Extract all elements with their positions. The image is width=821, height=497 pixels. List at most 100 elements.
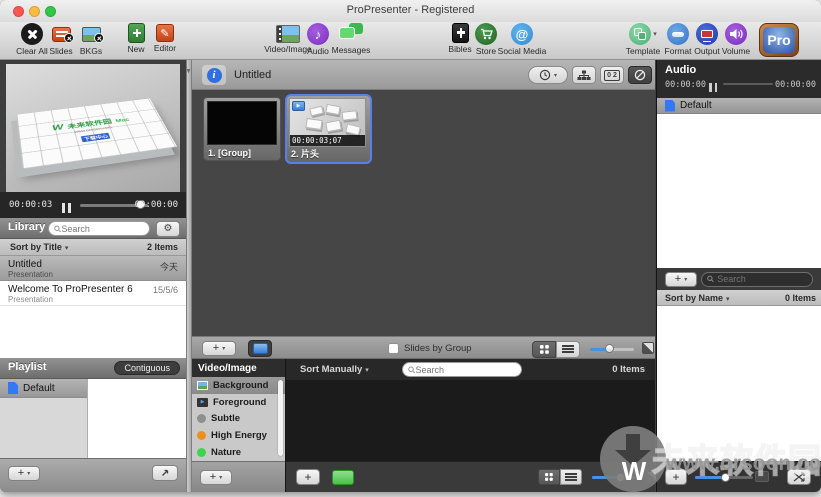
library-list-empty [0,306,186,358]
media-group-nature[interactable]: Nature [192,444,285,461]
list-icon [565,471,577,482]
volume-button[interactable]: Volume [719,23,753,59]
clear-slide-button[interactable] [628,66,652,84]
media-search-input[interactable] [415,365,516,375]
media-group-add-button[interactable]: + ▾ [200,470,232,485]
app-window: ProPresenter - Registered Clear All Slid… [0,0,821,492]
audio-title: Audio [665,64,696,76]
slide-cell-group[interactable]: 1. [Group] [203,97,281,161]
library-item-untitled[interactable]: Untitled Presentation 今天 [0,256,186,281]
playlist-item-default[interactable]: Default [0,379,87,398]
detach-corner-button[interactable] [642,342,654,354]
library-search-field[interactable] [48,221,150,236]
slide-theme-button[interactable] [248,340,272,357]
clear-bkgs-button[interactable]: BKGs [76,23,106,59]
document-title: Untitled [234,60,271,90]
audio-pause-button[interactable] [709,79,720,97]
media-group-foreground[interactable]: ▶ Foreground [192,394,285,411]
slide1-thumbnail [207,101,277,145]
audio-sort-button[interactable]: Sort by Name▾ [665,293,730,303]
contiguous-mode-button[interactable]: Contiguous [114,361,180,375]
slide2-thumbnail: ▶ 00:00:03;07 [289,98,366,147]
document-info-button[interactable]: i [202,65,226,85]
template-icon [629,23,651,45]
grid-view-button[interactable] [532,341,556,358]
media-group-background[interactable]: Background [192,377,285,394]
clear-slides-button[interactable]: Slides [46,23,76,59]
messages-button[interactable]: Messages [330,23,372,59]
media-list-view-button[interactable] [560,469,582,485]
slides-by-group-checkbox[interactable] [388,343,399,354]
media-size-slider[interactable] [592,476,640,479]
audio-search-field[interactable] [701,272,813,287]
audio-elapsed-time: 00:00:00 [665,80,706,90]
audio-volume-thumb[interactable] [721,473,730,482]
hierarchy-icon [577,70,591,81]
playlist-expand-button[interactable] [152,465,178,481]
audio-search-input[interactable] [717,274,807,284]
library-sort-button[interactable]: Sort by Title▾ [10,242,68,252]
media-add-button[interactable]: + [296,469,320,485]
messages-icon [339,23,363,44]
thumbnail-size-thumb[interactable] [605,344,614,353]
timer-button[interactable]: ▾ [528,66,568,84]
slide-add-button[interactable]: + ▾ [202,341,236,356]
new-document-button[interactable]: New [122,23,150,59]
video-clip-badge-icon: ▶ [292,101,305,111]
film-icon: ▶ [197,398,208,407]
audio-seek-slider[interactable] [723,83,773,85]
list-icon [562,343,574,354]
media-theme-button[interactable] [332,470,354,485]
playlist-title: Playlist [8,361,47,373]
chevron-down-icon: ▾ [726,296,730,303]
chevron-down-icon: ▾ [684,276,687,283]
template-button[interactable]: ▾ Template [620,23,666,59]
library-sort-bar: Sort by Title▾ 2 Items [0,239,186,256]
pause-button[interactable] [62,200,74,218]
orange-dot-icon [197,431,206,440]
audio-toolbar: + ▾ [657,268,821,290]
clock-icon [539,69,551,81]
prohibit-icon [634,69,646,81]
audio-add-button[interactable]: + ▾ [665,272,697,287]
template-chevron-icon: ▾ [653,30,657,38]
media-group-subtle[interactable]: Subtle [192,411,285,428]
audio-file-add-button[interactable]: + [665,469,687,485]
audio-bin-button[interactable]: ♪ Audio [303,23,333,59]
library-settings-button[interactable]: ⚙ [156,221,180,237]
audio-bottom-bar: + [657,461,821,492]
audio-crossfade-button[interactable] [787,469,811,485]
slide-counter-button[interactable]: 0 2 [600,66,624,84]
media-group-high-energy[interactable]: High Energy [192,427,285,444]
media-grid-view-button[interactable] [538,469,560,485]
slides-toolbar: + ▾ Slides by Group [192,336,655,359]
media-browser-body [285,380,655,461]
media-group-list: Background ▶ Foreground Subtle High Ener… [192,377,285,461]
media-browser-header: Sort Manually▾ 0 Items [285,359,655,380]
social-media-button[interactable]: @ Social Media [496,23,548,59]
audio-volume-slider[interactable] [695,476,753,479]
playlist-add-button[interactable]: + ▾ [8,466,40,481]
format-icon [667,23,689,45]
playlist-bottom-bar: + ▾ [0,458,186,492]
playback-mode-badge[interactable] [755,471,769,482]
slide-cell-selected[interactable]: ▶ 00:00:03;07 2. 片头 [285,94,372,164]
clear-slides-icon [52,27,71,42]
social-media-icon: @ [511,23,533,45]
media-size-thumb[interactable] [616,473,625,482]
library-search-input[interactable] [61,224,144,234]
list-view-button[interactable] [556,341,580,358]
format-button[interactable]: Format [661,23,695,59]
media-search-field[interactable] [402,362,522,377]
chevron-down-icon: ▾ [65,245,69,252]
editor-button[interactable]: ✎ Editor [150,23,180,59]
splitter-collapse-icon[interactable]: ▼ [185,68,192,75]
thumbnail-size-slider[interactable] [590,348,634,351]
arrangement-button[interactable] [572,66,596,84]
gear-icon: ⚙ [164,223,173,234]
audio-playlist-default[interactable]: Default [657,98,821,114]
media-group-scrollbar[interactable] [278,380,283,456]
library-item-welcome[interactable]: Welcome To ProPresenter 6 Presentation 1… [0,281,186,306]
green-dot-icon [197,448,206,457]
media-sort-button[interactable]: Sort Manually▾ [300,364,369,375]
